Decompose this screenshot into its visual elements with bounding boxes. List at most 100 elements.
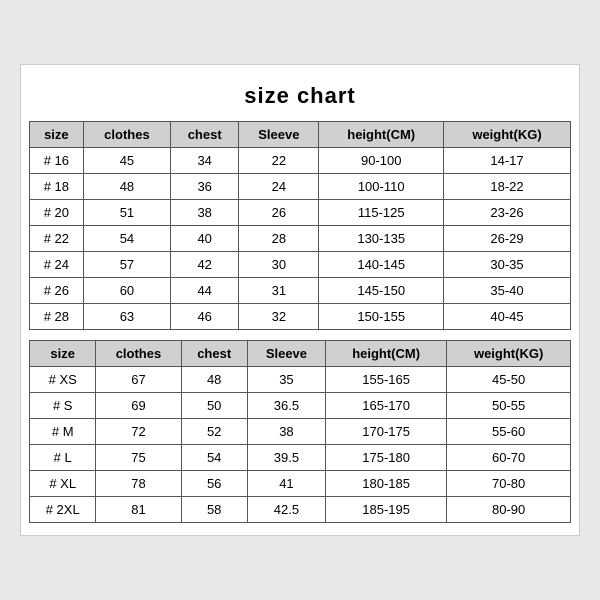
- table-cell: 28: [239, 226, 319, 252]
- table-cell: 50: [181, 393, 247, 419]
- table-cell: # S: [30, 393, 96, 419]
- table-cell: 46: [171, 304, 239, 330]
- size-chart-card: size chart sizeclotheschestSleeveheight(…: [20, 64, 580, 536]
- table-cell: 75: [96, 445, 181, 471]
- table1-header: sizeclotheschestSleeveheight(CM)weight(K…: [30, 122, 571, 148]
- table2-header: sizeclotheschestSleeveheight(CM)weight(K…: [30, 341, 571, 367]
- table-cell: 45-50: [447, 367, 571, 393]
- table2-col-header: height(CM): [325, 341, 446, 367]
- table1-col-header: chest: [171, 122, 239, 148]
- table-cell: # M: [30, 419, 96, 445]
- table-cell: 32: [239, 304, 319, 330]
- table-cell: 35: [247, 367, 325, 393]
- table-cell: 140-145: [319, 252, 444, 278]
- table-cell: 56: [181, 471, 247, 497]
- size-table-2: sizeclotheschestSleeveheight(CM)weight(K…: [29, 340, 571, 523]
- table-cell: 40: [171, 226, 239, 252]
- table-cell: 170-175: [325, 419, 446, 445]
- table2-col-header: weight(KG): [447, 341, 571, 367]
- table-cell: 90-100: [319, 148, 444, 174]
- table2-header-row: sizeclotheschestSleeveheight(CM)weight(K…: [30, 341, 571, 367]
- table-cell: # 28: [30, 304, 84, 330]
- table-row: # XL785641180-18570-80: [30, 471, 571, 497]
- table-row: # M725238170-17555-60: [30, 419, 571, 445]
- table-cell: 100-110: [319, 174, 444, 200]
- table-cell: 150-155: [319, 304, 444, 330]
- table2-body: # XS674835155-16545-50# S695036.5165-170…: [30, 367, 571, 523]
- table-cell: 36.5: [247, 393, 325, 419]
- table-cell: 185-195: [325, 497, 446, 523]
- table-row: # 2XL815842.5185-19580-90: [30, 497, 571, 523]
- table-row: # S695036.5165-17050-55: [30, 393, 571, 419]
- table-cell: # 26: [30, 278, 84, 304]
- table-cell: 175-180: [325, 445, 446, 471]
- table-row: # 28634632150-15540-45: [30, 304, 571, 330]
- table-cell: 26: [239, 200, 319, 226]
- table-cell: 38: [247, 419, 325, 445]
- table-cell: 55-60: [447, 419, 571, 445]
- table-cell: # 16: [30, 148, 84, 174]
- table1-header-row: sizeclotheschestSleeveheight(CM)weight(K…: [30, 122, 571, 148]
- table1-body: # 1645342290-10014-17# 18483624100-11018…: [30, 148, 571, 330]
- table-cell: 67: [96, 367, 181, 393]
- table-cell: # 20: [30, 200, 84, 226]
- table-row: # 1645342290-10014-17: [30, 148, 571, 174]
- table-cell: # 18: [30, 174, 84, 200]
- table-cell: 115-125: [319, 200, 444, 226]
- table-cell: 40-45: [443, 304, 570, 330]
- table-cell: 23-26: [443, 200, 570, 226]
- table1-col-header: Sleeve: [239, 122, 319, 148]
- table-cell: 48: [83, 174, 170, 200]
- table-cell: 50-55: [447, 393, 571, 419]
- table-cell: 63: [83, 304, 170, 330]
- table-cell: 45: [83, 148, 170, 174]
- table-cell: # XL: [30, 471, 96, 497]
- table-cell: 57: [83, 252, 170, 278]
- size-table-1: sizeclotheschestSleeveheight(CM)weight(K…: [29, 121, 571, 330]
- table-cell: 26-29: [443, 226, 570, 252]
- chart-title: size chart: [29, 75, 571, 121]
- table2-col-header: clothes: [96, 341, 181, 367]
- table-cell: 34: [171, 148, 239, 174]
- table-cell: # 2XL: [30, 497, 96, 523]
- table-cell: 41: [247, 471, 325, 497]
- table-cell: 30-35: [443, 252, 570, 278]
- table-cell: 70-80: [447, 471, 571, 497]
- table-cell: 165-170: [325, 393, 446, 419]
- table-cell: 81: [96, 497, 181, 523]
- table-row: # L755439.5175-18060-70: [30, 445, 571, 471]
- table-cell: 180-185: [325, 471, 446, 497]
- table-row: # 18483624100-11018-22: [30, 174, 571, 200]
- table1-col-header: clothes: [83, 122, 170, 148]
- table-cell: 35-40: [443, 278, 570, 304]
- table2-col-header: size: [30, 341, 96, 367]
- table-cell: 69: [96, 393, 181, 419]
- table-gap: [29, 330, 571, 340]
- table2-col-header: Sleeve: [247, 341, 325, 367]
- table-cell: 52: [181, 419, 247, 445]
- table1-col-header: height(CM): [319, 122, 444, 148]
- table1-col-header: weight(KG): [443, 122, 570, 148]
- table-cell: 130-135: [319, 226, 444, 252]
- table-row: # 24574230140-14530-35: [30, 252, 571, 278]
- table-row: # 26604431145-15035-40: [30, 278, 571, 304]
- table-cell: # XS: [30, 367, 96, 393]
- table-cell: 72: [96, 419, 181, 445]
- table-cell: 60-70: [447, 445, 571, 471]
- table-cell: 78: [96, 471, 181, 497]
- table-cell: 42.5: [247, 497, 325, 523]
- table-cell: 38: [171, 200, 239, 226]
- table-cell: 42: [171, 252, 239, 278]
- table-cell: 58: [181, 497, 247, 523]
- table-cell: # 22: [30, 226, 84, 252]
- table-cell: 145-150: [319, 278, 444, 304]
- table-cell: 80-90: [447, 497, 571, 523]
- table-cell: 155-165: [325, 367, 446, 393]
- table-cell: 51: [83, 200, 170, 226]
- table-cell: 18-22: [443, 174, 570, 200]
- table-row: # 20513826115-12523-26: [30, 200, 571, 226]
- table-row: # 22544028130-13526-29: [30, 226, 571, 252]
- table-cell: 60: [83, 278, 170, 304]
- table-cell: 30: [239, 252, 319, 278]
- table-cell: 31: [239, 278, 319, 304]
